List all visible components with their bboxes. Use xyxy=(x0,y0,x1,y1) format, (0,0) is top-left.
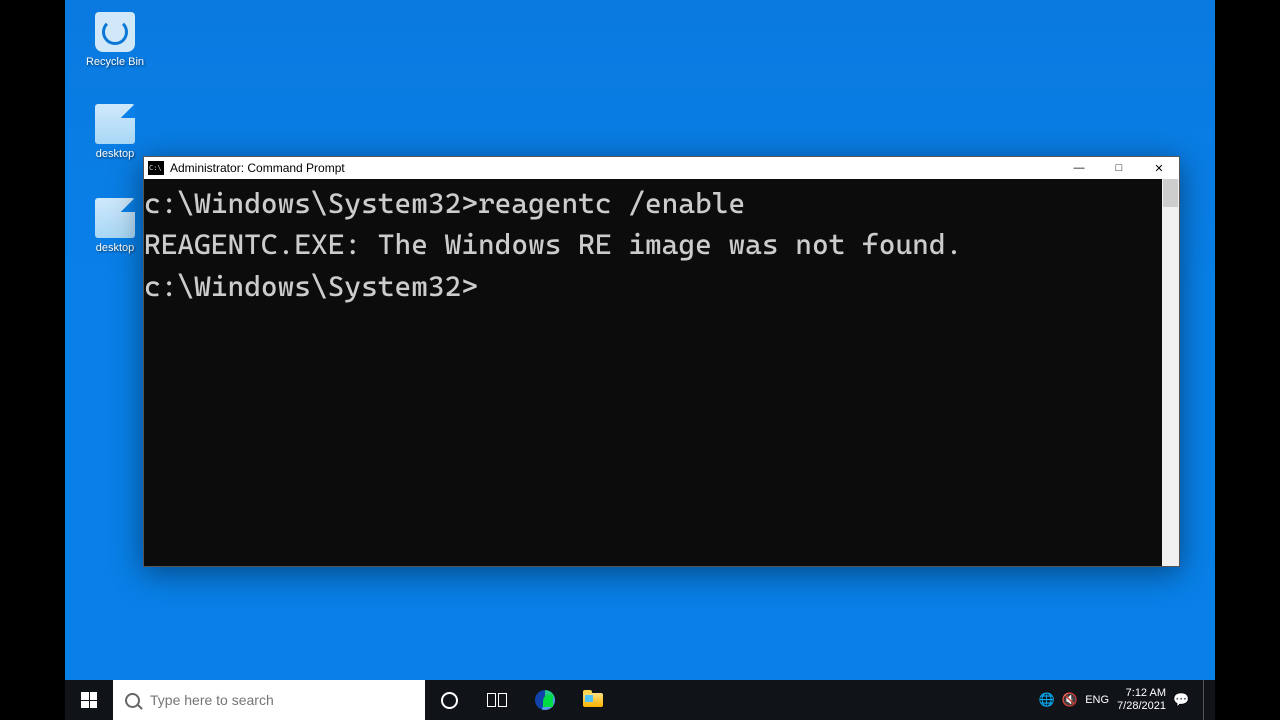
scrollbar-thumb[interactable] xyxy=(1163,179,1178,207)
network-icon[interactable]: 🌐 xyxy=(1039,693,1054,708)
cortana-button[interactable] xyxy=(425,680,473,720)
cmd-app-icon xyxy=(148,161,164,175)
file-icon xyxy=(95,198,135,238)
time-text: 7:12 AM xyxy=(1117,687,1166,700)
search-icon xyxy=(125,693,140,708)
maximize-button[interactable]: □ xyxy=(1099,157,1139,179)
task-view-button[interactable] xyxy=(473,680,521,720)
date-text: 7/28/2021 xyxy=(1117,700,1166,713)
action-center-icon[interactable]: 💬 xyxy=(1174,693,1189,708)
window-title: Administrator: Command Prompt xyxy=(170,161,1059,175)
desktop-icon-recycle-bin[interactable]: Recycle Bin xyxy=(75,12,155,68)
desktop-icon-label: Recycle Bin xyxy=(75,56,155,68)
volume-icon[interactable]: 🔇 xyxy=(1062,693,1077,708)
cmd-body: c:\Windows\System32>reagentc /enableREAG… xyxy=(144,179,1179,566)
task-view-icon xyxy=(487,693,507,707)
show-desktop-button[interactable] xyxy=(1203,680,1209,720)
start-button[interactable] xyxy=(65,680,113,720)
terminal-scrollbar[interactable] xyxy=(1162,179,1179,566)
recycle-bin-icon xyxy=(95,12,135,52)
taskbar-app-explorer[interactable] xyxy=(569,680,617,720)
screen: Recycle Bin desktop desktop Administrato… xyxy=(0,0,1280,720)
taskbar-app-edge[interactable] xyxy=(521,680,569,720)
clock[interactable]: 7:12 AM 7/28/2021 xyxy=(1117,687,1166,712)
command-prompt-window[interactable]: Administrator: Command Prompt — □ ✕ c:\W… xyxy=(143,156,1180,567)
input-language[interactable]: ENG xyxy=(1085,694,1109,706)
edge-icon xyxy=(535,690,555,710)
file-icon xyxy=(95,104,135,144)
terminal-line: REAGENTC.EXE: The Windows RE image was n… xyxy=(144,224,1160,265)
taskbar-search[interactable] xyxy=(113,680,425,720)
file-explorer-icon xyxy=(583,693,603,707)
windows-logo-icon xyxy=(81,692,97,708)
cortana-icon xyxy=(441,692,458,709)
close-button[interactable]: ✕ xyxy=(1139,157,1179,179)
taskbar: 🌐 🔇 ENG 7:12 AM 7/28/2021 💬 xyxy=(65,680,1215,720)
terminal-line: c:\Windows\System32>reagentc /enable xyxy=(144,183,1160,224)
taskbar-spacer xyxy=(617,680,1033,720)
desktop-icon-desktop-shortcut-1[interactable]: desktop xyxy=(75,104,155,160)
titlebar[interactable]: Administrator: Command Prompt — □ ✕ xyxy=(144,157,1179,179)
search-input[interactable] xyxy=(150,692,413,708)
terminal-output[interactable]: c:\Windows\System32>reagentc /enableREAG… xyxy=(144,179,1162,566)
minimize-button[interactable]: — xyxy=(1059,157,1099,179)
desktop-area[interactable]: Recycle Bin desktop desktop Administrato… xyxy=(65,0,1215,720)
system-tray[interactable]: 🌐 🔇 ENG 7:12 AM 7/28/2021 💬 xyxy=(1033,680,1215,720)
terminal-line: c:\Windows\System32> xyxy=(144,266,1160,307)
